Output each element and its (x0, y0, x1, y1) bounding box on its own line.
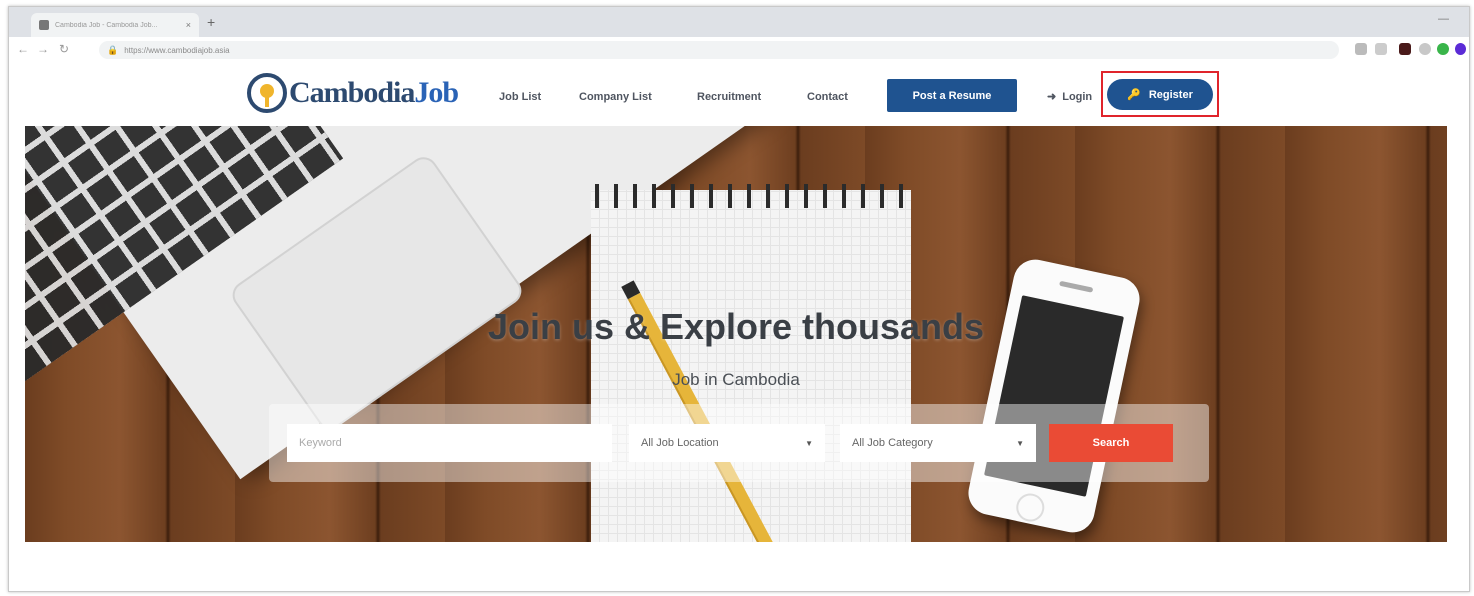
new-tab-button[interactable]: + (207, 15, 215, 29)
url-text: https://www.cambodiajob.asia (124, 45, 230, 55)
login-label: Login (1062, 90, 1093, 103)
logo-icon (247, 73, 287, 113)
extension-icon[interactable] (1399, 43, 1411, 55)
close-tab-icon[interactable]: × (186, 20, 191, 30)
login-link[interactable]: ➜ Login (1047, 90, 1093, 104)
login-icon: ➜ (1047, 91, 1057, 103)
lock-icon: 🔒 (107, 44, 119, 55)
site-logo[interactable]: CambodiaJob (247, 73, 459, 113)
phone-image (964, 255, 1144, 537)
chevron-down-icon: ▼ (1016, 438, 1024, 448)
tab-title: Cambodia Job - Cambodia Job... (55, 21, 158, 29)
browser-tab[interactable]: Cambodia Job - Cambodia Job... × (31, 13, 199, 37)
keyword-input[interactable] (287, 424, 612, 462)
nav-contact[interactable]: Contact (807, 91, 848, 103)
notebook-spiral (595, 184, 907, 208)
key-icon: 🔑 (1127, 89, 1141, 101)
hero-subtitle: Job in Cambodia (672, 370, 800, 389)
logo-text: CambodiaJob (289, 76, 459, 109)
hero-title: Join us & Explore thousands (487, 306, 985, 347)
extension-icon[interactable] (1437, 43, 1449, 55)
nav-job-list[interactable]: Job List (499, 91, 541, 103)
job-category-value: All Job Category (852, 437, 933, 449)
register-label: Register (1148, 88, 1193, 101)
minimize-window-button[interactable]: — (1438, 13, 1449, 25)
back-icon[interactable]: ← (17, 42, 29, 56)
tab-strip: Cambodia Job - Cambodia Job... × + — (9, 7, 1469, 37)
job-location-value: All Job Location (641, 437, 719, 449)
job-search-panel: All Job Location ▼ All Job Category ▼ Se… (269, 404, 1209, 482)
notebook-image (591, 190, 911, 542)
zoom-icon[interactable] (1355, 43, 1367, 55)
bookmark-star-icon[interactable] (1375, 43, 1387, 55)
browser-toolbar: ← → ↻ 🔒 https://www.cambodiajob.asia (9, 37, 1469, 64)
favicon-icon (39, 20, 49, 30)
post-resume-button[interactable]: Post a Resume (887, 79, 1017, 112)
browser-window: Cambodia Job - Cambodia Job... × + — ← →… (8, 6, 1470, 592)
extension-icon[interactable] (1419, 43, 1431, 55)
job-category-select[interactable]: All Job Category ▼ (840, 424, 1036, 462)
nav-company-list[interactable]: Company List (579, 91, 652, 103)
nav-recruitment[interactable]: Recruitment (697, 91, 761, 103)
profile-avatar[interactable] (1455, 43, 1466, 55)
phone-speaker (1059, 280, 1094, 293)
hero-banner: Join us & Explore thousands Job in Cambo… (25, 126, 1447, 542)
register-button[interactable]: 🔑 Register (1107, 79, 1213, 110)
phone-home-button (1013, 490, 1047, 525)
site-header: CambodiaJob Job List Company List Recrui… (9, 63, 1469, 126)
address-bar[interactable]: 🔒 https://www.cambodiajob.asia (99, 41, 1339, 59)
reload-icon[interactable]: ↻ (59, 42, 69, 56)
search-button[interactable]: Search (1049, 424, 1173, 462)
forward-icon[interactable]: → (37, 42, 49, 56)
job-location-select[interactable]: All Job Location ▼ (629, 424, 825, 462)
chevron-down-icon: ▼ (805, 438, 813, 448)
